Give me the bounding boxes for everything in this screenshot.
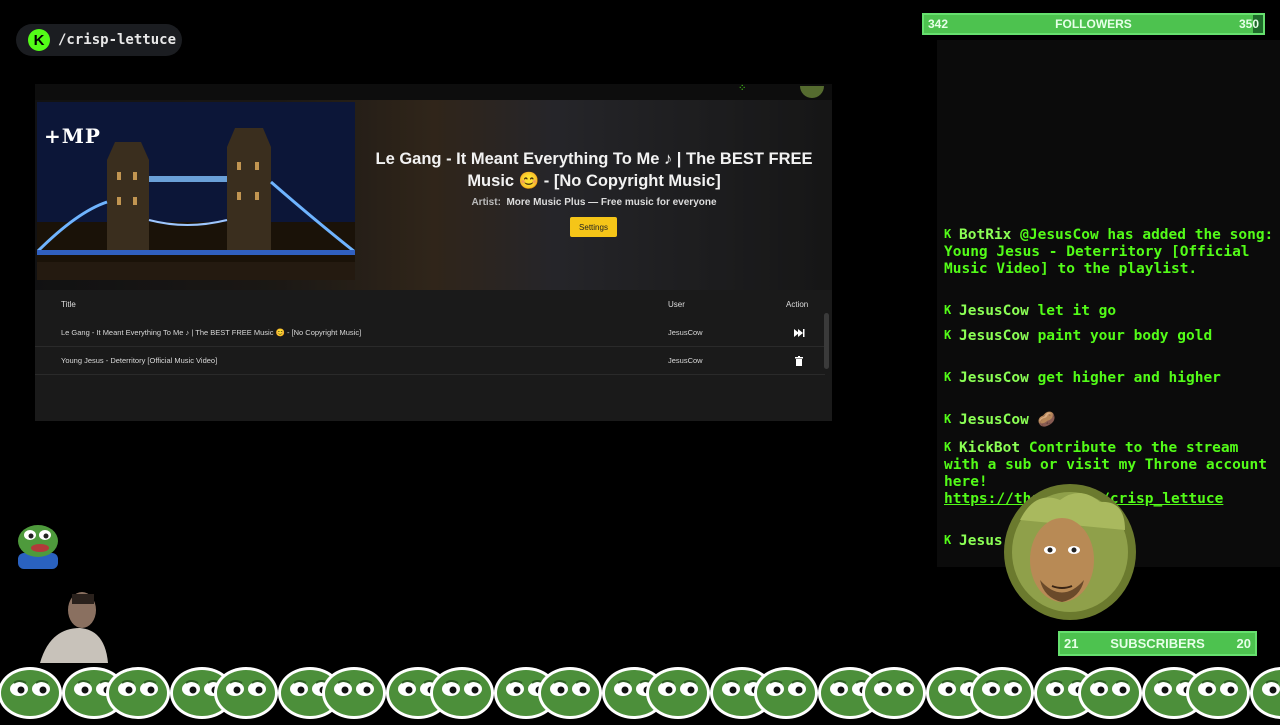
chat-username: JesusCow xyxy=(959,328,1029,344)
artist-label: Artist: xyxy=(471,197,501,208)
lettuce-face-image xyxy=(1000,480,1140,625)
chat-username: KickBot xyxy=(959,440,1021,456)
artist-value: More Music Plus — Free music for everyon… xyxy=(506,197,717,208)
column-action: Action xyxy=(786,300,809,309)
pepe-crowd-decoration xyxy=(0,655,1280,720)
followers-current: 342 xyxy=(928,17,949,31)
artist-row: Artist: More Music Plus — Free music for… xyxy=(371,197,817,208)
player-top-strip: ⁘ xyxy=(35,84,832,100)
kick-badge-icon: K xyxy=(944,370,952,384)
row-title: Le Gang - It Meant Everything To Me ♪ | … xyxy=(61,328,362,337)
pepe-face-icon xyxy=(1186,667,1250,719)
now-playing-hero: +MP Le Gang - It Meant Everything To Me … xyxy=(35,100,832,290)
player-logo: +MP xyxy=(44,124,101,148)
chat-text: paint your body gold xyxy=(1037,328,1213,344)
kick-badge-icon: K xyxy=(944,412,952,426)
chat-username: JesusCow xyxy=(959,370,1029,386)
pepe-face-icon xyxy=(862,667,926,719)
settings-button[interactable]: Settings xyxy=(570,217,617,237)
subscribers-label: SUBSCRIBERS xyxy=(1110,636,1205,651)
followers-goal-bar: 342 FOLLOWERS 350 xyxy=(922,13,1265,35)
webcam-feed xyxy=(20,588,110,663)
emote-icon: 🥔 xyxy=(1037,412,1056,428)
kick-badge-icon: K xyxy=(944,328,952,342)
pepe-face-icon xyxy=(214,667,278,719)
pepe-face-icon xyxy=(106,667,170,719)
chat-message: K JesusCow let it go xyxy=(944,302,1274,320)
pepe-face-icon xyxy=(322,667,386,719)
channel-name: /crisp-lettuce xyxy=(58,32,177,48)
row-user: JesusCow xyxy=(668,328,703,337)
kick-badge-icon: K xyxy=(944,533,952,547)
chat-message: K JesusCow 🥔 xyxy=(944,411,1274,429)
subscribers-current: 21 xyxy=(1064,636,1079,651)
music-player: ⁘ +MP Le Gang - It Meant Everything To M… xyxy=(35,84,832,421)
chat-message: K JesusCow get higher and higher xyxy=(944,369,1274,387)
pepe-face-icon xyxy=(754,667,818,719)
table-header: Title User Action xyxy=(35,290,832,320)
playlist-scrollbar[interactable] xyxy=(824,313,829,369)
table-row: Young Jesus - Deterritory [Official Musi… xyxy=(35,346,825,375)
column-user: User xyxy=(668,300,685,309)
pepe-face-icon xyxy=(970,667,1034,719)
pepe-face-icon xyxy=(1078,667,1142,719)
chat-message: K JesusCow paint your body gold xyxy=(944,327,1274,345)
skip-icon[interactable] xyxy=(793,326,805,338)
subscribers-goal-bar: 21 SUBSCRIBERS 20 xyxy=(1058,631,1257,656)
trash-icon[interactable] xyxy=(793,354,805,366)
channel-badge: K /crisp-lettuce xyxy=(16,24,182,56)
chat-text: get higher and higher xyxy=(1037,370,1221,386)
pepe-emote-icon xyxy=(14,519,62,569)
avatar[interactable] xyxy=(800,86,824,98)
kick-logo-icon: K xyxy=(28,29,50,51)
kick-badge-icon: K xyxy=(944,303,952,317)
drag-handle-icon[interactable]: ⁘ xyxy=(738,84,746,94)
row-user: JesusCow xyxy=(668,356,703,365)
chat-username: JesusCow xyxy=(959,303,1029,319)
kick-badge-icon: K xyxy=(944,440,952,454)
followers-goal: 350 xyxy=(1238,17,1259,31)
pepe-face-icon xyxy=(1250,667,1280,719)
chat-username: JesusCow xyxy=(959,412,1029,428)
pepe-face-icon xyxy=(0,667,62,719)
now-playing-title: Le Gang - It Meant Everything To Me ♪ | … xyxy=(375,150,813,190)
subscribers-goal: 20 xyxy=(1236,636,1251,651)
pepe-face-icon xyxy=(430,667,494,719)
kick-badge-icon: K xyxy=(944,227,952,241)
chat-text: let it go xyxy=(1037,303,1117,319)
chat-username: Jesus xyxy=(959,533,1003,549)
table-row: Le Gang - It Meant Everything To Me ♪ | … xyxy=(35,318,825,347)
pepe-face-icon xyxy=(538,667,602,719)
column-title: Title xyxy=(61,300,76,309)
chat-message: K BotRix @JesusCow has added the song: Yo… xyxy=(944,226,1274,278)
row-title: Young Jesus - Deterritory [Official Musi… xyxy=(61,356,218,365)
followers-label: FOLLOWERS xyxy=(1055,17,1132,31)
chat-username: BotRix xyxy=(959,227,1012,243)
pepe-face-icon xyxy=(646,667,710,719)
